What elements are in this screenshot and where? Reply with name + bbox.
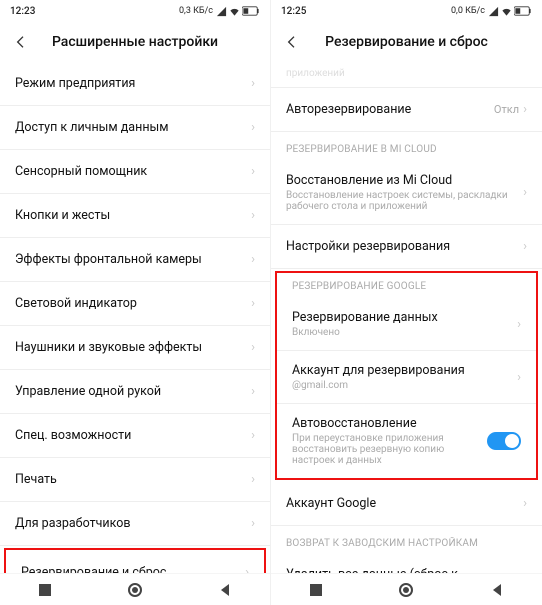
chevron-right-icon: › — [523, 185, 527, 200]
right-screen: 12:25 0,0 КБ/с Резервирование и сброс пр… — [271, 0, 542, 605]
chevron-right-icon: › — [251, 164, 255, 179]
back-button[interactable] — [281, 31, 303, 53]
row-led-indicator[interactable]: Световой индикатор › — [0, 282, 270, 326]
highlight-google-backup: РЕЗЕРВИРОВАНИЕ GOOGLE Резервирование дан… — [275, 271, 538, 480]
row-backup-settings[interactable]: Настройки резервирования › — [271, 225, 542, 269]
row-enterprise-mode[interactable]: Режим предприятия › — [0, 62, 270, 106]
chevron-right-icon: › — [523, 496, 527, 511]
row-google-account-backup[interactable]: Аккаунт для резервирования @gmail.com › — [277, 351, 536, 404]
wifi-icon — [501, 6, 512, 17]
chevron-right-icon: › — [251, 208, 255, 223]
chevron-right-icon: › — [517, 370, 521, 385]
nav-bar — [0, 573, 270, 605]
status-time: 12:25 — [281, 6, 306, 17]
square-icon — [38, 583, 52, 597]
triangle-left-icon — [218, 583, 232, 597]
row-headphones-sound[interactable]: Наушники и звуковые эффекты › — [0, 326, 270, 370]
chevron-left-icon — [284, 34, 300, 50]
status-time: 12:23 — [10, 6, 35, 17]
settings-list: Режим предприятия › Доступ к личным данн… — [0, 62, 270, 573]
status-right: 0,0 КБ/с — [451, 6, 532, 17]
page-title: Расширенные настройки — [10, 34, 260, 50]
chevron-right-icon: › — [251, 252, 255, 267]
signal-icon — [216, 6, 227, 17]
row-google-backup[interactable]: Резервирование данных Включено › — [277, 298, 536, 351]
row-buttons-gestures[interactable]: Кнопки и жесты › — [0, 194, 270, 238]
row-personal-data-access[interactable]: Доступ к личным данным › — [0, 106, 270, 150]
nav-back[interactable] — [482, 575, 512, 605]
chevron-right-icon: › — [523, 239, 527, 254]
row-print[interactable]: Печать › — [0, 458, 270, 502]
square-icon — [309, 583, 323, 597]
row-front-camera-effects[interactable]: Эффекты фронтальной камеры › — [0, 238, 270, 282]
auto-restore-toggle[interactable] — [487, 432, 521, 450]
chevron-right-icon: › — [251, 428, 255, 443]
section-mi-cloud: РЕЗЕРВИРОВАНИЕ В MI CLOUD — [271, 132, 542, 161]
header: Резервирование и сброс — [271, 22, 542, 62]
row-factory-reset[interactable]: Удалить все данные (сброс к заводским на… — [271, 555, 542, 573]
row-value: Откл — [494, 103, 519, 116]
row-backup-reset[interactable]: Резервирование и сброс › — [6, 550, 264, 573]
battery-icon — [514, 6, 532, 16]
left-screen: 12:23 0,3 КБ/с Расширенные настройки Реж… — [0, 0, 271, 605]
nav-recents[interactable] — [30, 575, 60, 605]
row-touch-assistant[interactable]: Сенсорный помощник › — [0, 150, 270, 194]
row-google-account[interactable]: Аккаунт Google › — [271, 482, 542, 526]
row-auto-backup[interactable]: Авторезервирование Откл › — [271, 88, 542, 132]
chevron-right-icon: › — [251, 472, 255, 487]
status-right: 0,3 КБ/с — [179, 6, 260, 17]
nav-home[interactable] — [120, 575, 150, 605]
chevron-right-icon: › — [251, 516, 255, 531]
chevron-right-icon: › — [245, 565, 249, 574]
header: Расширенные настройки — [0, 22, 270, 62]
chevron-right-icon: › — [251, 340, 255, 355]
page-title: Резервирование и сброс — [281, 34, 532, 50]
battery-icon — [242, 6, 260, 16]
row-mi-cloud-restore[interactable]: Восстановление из Mi Cloud Восстановлени… — [271, 161, 542, 225]
row-auto-restore[interactable]: Автовосстановление При переустановке при… — [277, 404, 536, 478]
circle-icon — [127, 582, 143, 598]
nav-home[interactable] — [391, 575, 421, 605]
row-one-handed[interactable]: Управление одной рукой › — [0, 370, 270, 414]
chevron-right-icon: › — [517, 317, 521, 332]
back-button[interactable] — [10, 31, 32, 53]
chevron-right-icon: › — [251, 296, 255, 311]
chevron-right-icon: › — [251, 120, 255, 135]
nav-back[interactable] — [210, 575, 240, 605]
signal-icon — [488, 6, 499, 17]
nav-bar — [271, 573, 542, 605]
section-google: РЕЗЕРВИРОВАНИЕ GOOGLE — [277, 273, 536, 298]
circle-icon — [398, 582, 414, 598]
cutoff-text: приложений — [271, 62, 542, 88]
status-net: 0,3 КБ/с — [179, 6, 213, 16]
row-accessibility[interactable]: Спец. возможности › — [0, 414, 270, 458]
chevron-right-icon: › — [251, 384, 255, 399]
wifi-icon — [229, 6, 240, 17]
triangle-left-icon — [490, 583, 504, 597]
status-bar: 12:23 0,3 КБ/с — [0, 0, 270, 22]
nav-recents[interactable] — [301, 575, 331, 605]
highlight-backup-reset: Резервирование и сброс › — [4, 548, 266, 573]
status-net: 0,0 КБ/с — [451, 6, 485, 16]
section-factory-reset: ВОЗВРАТ К ЗАВОДСКИМ НАСТРОЙКАМ — [271, 526, 542, 555]
chevron-right-icon: › — [251, 76, 255, 91]
row-developer[interactable]: Для разработчиков › — [0, 502, 270, 546]
settings-list: приложений Авторезервирование Откл › РЕЗ… — [271, 62, 542, 573]
chevron-right-icon: › — [523, 102, 527, 117]
status-bar: 12:25 0,0 КБ/с — [271, 0, 542, 22]
chevron-left-icon — [13, 34, 29, 50]
